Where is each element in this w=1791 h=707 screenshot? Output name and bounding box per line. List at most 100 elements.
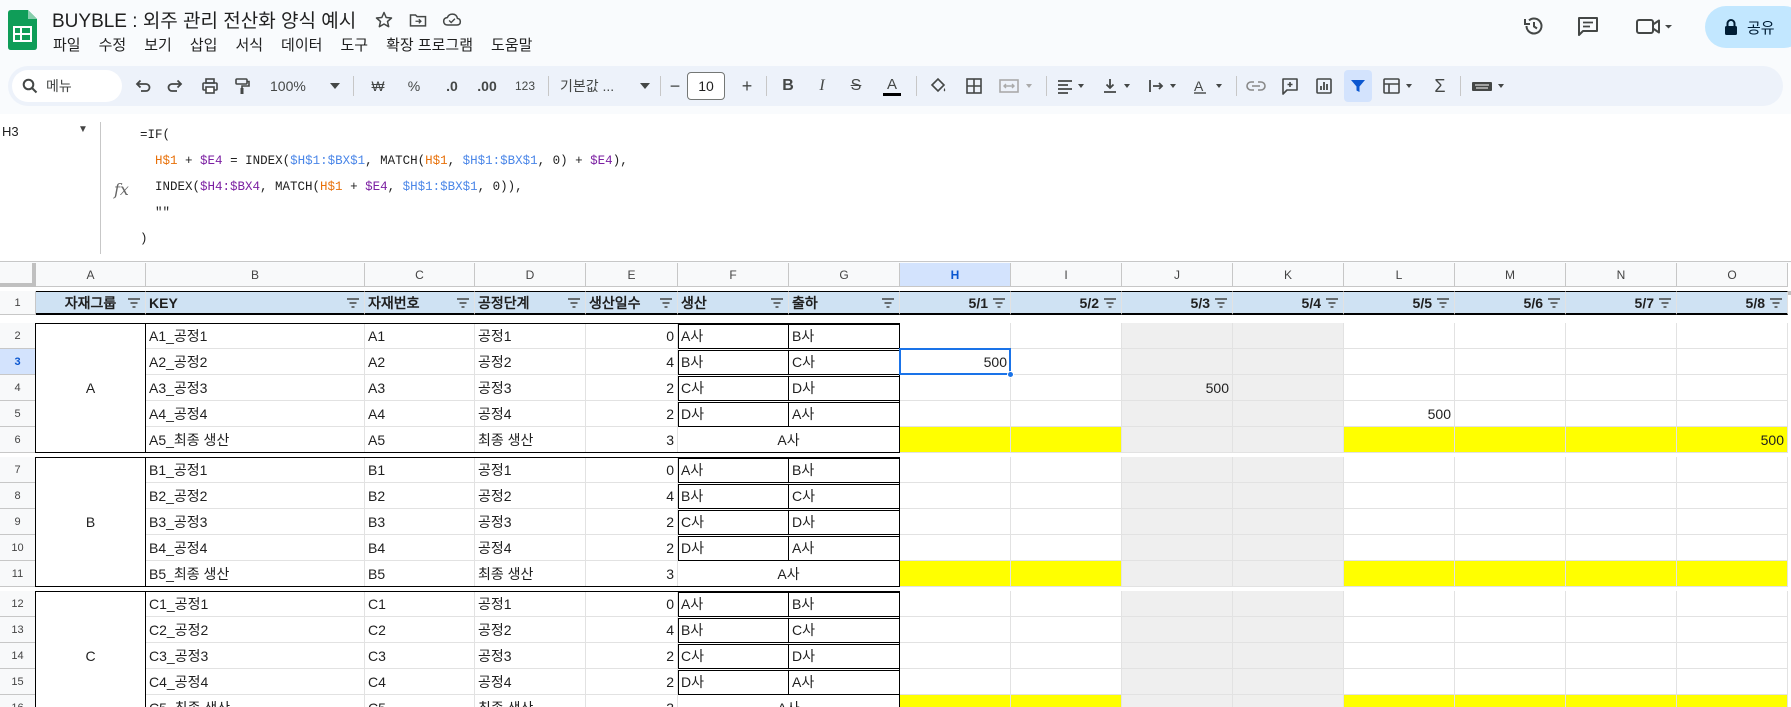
header-cell-i[interactable]: 5/2	[1011, 291, 1122, 315]
paint-format-icon[interactable]	[230, 72, 254, 100]
header-cell-n[interactable]: 5/7	[1566, 291, 1677, 315]
schedule-cell-n13[interactable]	[1566, 617, 1677, 643]
number-format-button[interactable]: 123	[510, 72, 540, 100]
days-cell[interactable]: 2	[586, 401, 678, 427]
material-group-cell[interactable]: A	[36, 323, 146, 453]
production-merged-cell[interactable]: A사	[678, 427, 900, 453]
row-header-12[interactable]: 12	[0, 591, 36, 617]
schedule-cell-o7[interactable]	[1677, 457, 1788, 483]
schedule-cell-l8[interactable]	[1344, 483, 1455, 509]
production-merged-cell[interactable]: A사	[678, 561, 900, 587]
column-header-e[interactable]: E	[586, 263, 678, 287]
code-cell[interactable]: B1	[365, 457, 475, 483]
schedule-cell-o6[interactable]: 500	[1677, 427, 1788, 453]
schedule-cell-j8[interactable]	[1122, 483, 1233, 509]
schedule-cell-h9[interactable]	[900, 509, 1011, 535]
header-cell-a[interactable]: 자재그룹	[36, 291, 146, 315]
header-cell-d[interactable]: 공정단계	[475, 291, 586, 315]
schedule-cell-j13[interactable]	[1122, 617, 1233, 643]
fill-handle[interactable]	[1007, 371, 1014, 378]
column-header-g[interactable]: G	[789, 263, 900, 287]
header-cell-b[interactable]: KEY	[146, 291, 365, 315]
bold-button[interactable]: B	[776, 72, 800, 100]
name-box-dropdown-icon[interactable]: ▼	[78, 124, 88, 135]
row-header-13[interactable]: 13	[0, 617, 36, 643]
schedule-cell-m12[interactable]	[1455, 591, 1566, 617]
code-cell[interactable]: A3	[365, 375, 475, 401]
schedule-cell-j14[interactable]	[1122, 643, 1233, 669]
shipping-company-cell[interactable]: A사	[789, 401, 900, 427]
code-cell[interactable]: C5	[365, 695, 475, 707]
schedule-cell-l12[interactable]	[1344, 591, 1455, 617]
schedule-cell-j15[interactable]	[1122, 669, 1233, 695]
schedule-cell-l7[interactable]	[1344, 457, 1455, 483]
schedule-cell-i7[interactable]	[1011, 457, 1122, 483]
schedule-cell-i16[interactable]	[1011, 695, 1122, 707]
italic-button[interactable]: I	[810, 72, 834, 100]
production-company-cell[interactable]: D사	[678, 669, 789, 695]
step-cell[interactable]: 공정3	[475, 509, 586, 535]
schedule-cell-o3[interactable]	[1677, 349, 1788, 375]
filter-toggle-icon[interactable]	[567, 296, 581, 312]
code-cell[interactable]: B5	[365, 561, 475, 587]
schedule-cell-i8[interactable]	[1011, 483, 1122, 509]
production-company-cell[interactable]: C사	[678, 643, 789, 669]
schedule-cell-n6[interactable]	[1566, 427, 1677, 453]
schedule-cell-h6[interactable]	[900, 427, 1011, 453]
column-header-o[interactable]: O	[1677, 263, 1788, 287]
production-company-cell[interactable]: A사	[678, 591, 789, 617]
key-cell[interactable]: B5_최종 생산	[146, 561, 365, 587]
shipping-company-cell[interactable]: A사	[789, 669, 900, 695]
schedule-cell-k8[interactable]	[1233, 483, 1344, 509]
row-header-1[interactable]: 1	[0, 291, 36, 315]
column-header-i[interactable]: I	[1011, 263, 1122, 287]
schedule-cell-l13[interactable]	[1344, 617, 1455, 643]
step-cell[interactable]: 공정3	[475, 375, 586, 401]
schedule-cell-n2[interactable]	[1566, 323, 1677, 349]
sheets-logo-icon[interactable]	[8, 10, 37, 50]
production-company-cell[interactable]: C사	[678, 375, 789, 401]
row-header-6[interactable]: 6	[0, 427, 36, 453]
filter-toggle-icon[interactable]	[456, 296, 470, 312]
row-header-10[interactable]: 10	[0, 535, 36, 561]
menu-help[interactable]: 도움말	[482, 36, 541, 56]
step-cell[interactable]: 최종 생산	[475, 695, 586, 707]
schedule-cell-j2[interactable]	[1122, 323, 1233, 349]
production-merged-cell[interactable]: A사	[678, 695, 900, 707]
schedule-cell-n8[interactable]	[1566, 483, 1677, 509]
filter-toggle-icon[interactable]	[346, 296, 360, 312]
production-company-cell[interactable]: A사	[678, 457, 789, 483]
schedule-cell-h10[interactable]	[900, 535, 1011, 561]
step-cell[interactable]: 공정1	[475, 323, 586, 349]
schedule-cell-i3[interactable]	[1011, 349, 1122, 375]
step-cell[interactable]: 공정1	[475, 591, 586, 617]
search-menus-box[interactable]: 메뉴	[12, 70, 122, 102]
text-rotation-icon[interactable]: A	[1190, 72, 1230, 100]
shipping-company-cell[interactable]: C사	[789, 349, 900, 375]
filter-toggle-icon[interactable]	[770, 296, 784, 312]
schedule-cell-o2[interactable]	[1677, 323, 1788, 349]
production-company-cell[interactable]: B사	[678, 483, 789, 509]
column-header-a[interactable]: A	[36, 263, 146, 287]
row-header-9[interactable]: 9	[0, 509, 36, 535]
schedule-cell-i15[interactable]	[1011, 669, 1122, 695]
schedule-cell-l9[interactable]	[1344, 509, 1455, 535]
row-header-11[interactable]: 11	[0, 561, 36, 587]
schedule-cell-k9[interactable]	[1233, 509, 1344, 535]
schedule-cell-k5[interactable]	[1233, 401, 1344, 427]
column-header-l[interactable]: L	[1344, 263, 1455, 287]
increase-decimal-button[interactable]: .00	[472, 72, 502, 100]
filter-icon[interactable]	[1344, 70, 1372, 102]
schedule-cell-j5[interactable]	[1122, 401, 1233, 427]
schedule-cell-h2[interactable]	[900, 323, 1011, 349]
schedule-cell-n5[interactable]	[1566, 401, 1677, 427]
schedule-cell-m11[interactable]	[1455, 561, 1566, 587]
days-cell[interactable]: 0	[586, 323, 678, 349]
print-icon[interactable]	[198, 72, 222, 100]
decrease-font-size-button[interactable]: −	[666, 72, 684, 100]
column-header-k[interactable]: K	[1233, 263, 1344, 287]
cloud-status-icon[interactable]	[440, 8, 464, 32]
code-cell[interactable]: C1	[365, 591, 475, 617]
schedule-cell-i12[interactable]	[1011, 591, 1122, 617]
production-company-cell[interactable]: D사	[678, 401, 789, 427]
